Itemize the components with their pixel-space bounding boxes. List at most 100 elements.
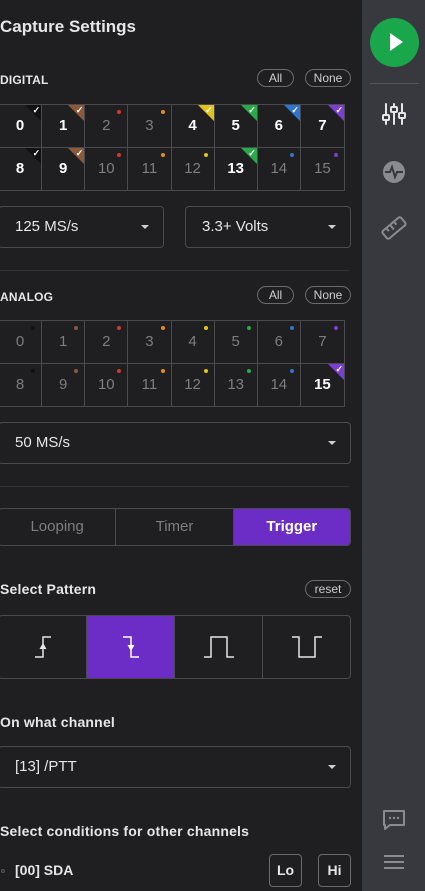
checkmark-icon: ✓	[248, 147, 256, 158]
mode-timer-tab[interactable]: Timer	[116, 509, 234, 545]
digital-channel-8[interactable]: 8 ✓	[0, 147, 43, 190]
mode-looping-tab[interactable]: Looping	[0, 509, 117, 545]
analog-channel-2[interactable]: 2	[85, 321, 129, 364]
conditions-heading: Select conditions for other channels	[0, 823, 250, 839]
channel-color-dot	[289, 368, 294, 373]
right-toolbar	[362, 0, 425, 891]
channel-number: 10	[97, 160, 115, 178]
analog-none-button[interactable]: None	[305, 286, 351, 304]
condition-hi-button[interactable]: Hi	[318, 854, 351, 887]
rising-edge-option[interactable]	[0, 616, 87, 678]
digital-channel-14[interactable]: 14	[258, 147, 301, 190]
digital-channel-5[interactable]: 5 ✓	[214, 105, 258, 148]
negative-pulse-icon	[291, 636, 322, 658]
channel-number: 0	[15, 333, 25, 351]
analog-channel-13[interactable]: 13	[215, 363, 258, 406]
channel-number: 5	[231, 117, 240, 135]
settings-sliders-icon[interactable]	[380, 100, 408, 128]
channel-number: 3	[145, 117, 154, 135]
voltage-select[interactable]: 3.3+ Volts	[185, 206, 351, 248]
channel-number: 14	[270, 376, 288, 394]
channel-color-dot	[246, 368, 251, 373]
measure-ruler-icon[interactable]	[380, 214, 408, 242]
falling-edge-icon	[122, 636, 139, 658]
analog-channel-1[interactable]: 1	[42, 321, 86, 364]
channel-color-dot	[31, 326, 36, 330]
digital-channel-12[interactable]: 12	[172, 147, 215, 190]
channel-color-dot	[289, 152, 294, 157]
analog-channel-0[interactable]: 0	[0, 321, 43, 364]
condition-lo-button[interactable]: Lo	[269, 854, 302, 887]
channel-color-dot	[31, 368, 36, 373]
channel-number: 7	[318, 117, 327, 135]
analog-channel-12[interactable]: 12	[172, 363, 215, 406]
analog-channel-14[interactable]: 14	[258, 363, 301, 406]
trigger-channel-value: [13] /PTT	[15, 758, 77, 775]
channel-number: 8	[15, 160, 25, 178]
channel-number: 12	[184, 160, 201, 178]
trigger-channel-select[interactable]: [13] /PTT	[0, 746, 351, 788]
channel-number: 6	[274, 333, 283, 351]
channel-number: 14	[270, 160, 288, 178]
channel-number: 11	[141, 160, 158, 178]
channel-color-dot	[160, 326, 165, 330]
digital-sample-rate-value: 125 MS/s	[15, 218, 79, 235]
analog-channel-3[interactable]: 3	[128, 321, 172, 364]
negative-pulse-option[interactable]	[263, 616, 350, 678]
channel-number: 6	[274, 117, 283, 135]
falling-edge-option[interactable]	[87, 616, 175, 678]
channel-number: 8	[15, 376, 25, 394]
mode-trigger-tab[interactable]: Trigger	[233, 509, 350, 545]
digital-channel-15[interactable]: 15	[301, 148, 344, 191]
menu-icon[interactable]	[380, 848, 408, 876]
digital-channel-4[interactable]: 4 ✓	[171, 105, 215, 148]
positive-pulse-option[interactable]	[175, 616, 263, 678]
channel-number: 4	[188, 333, 197, 351]
digital-channel-7[interactable]: 7 ✓	[300, 105, 344, 148]
analog-channel-5[interactable]: 5	[214, 321, 258, 364]
analog-channel-7[interactable]: 7	[300, 321, 344, 364]
start-capture-button[interactable]	[370, 18, 419, 67]
trigger-pattern-selector	[0, 615, 351, 679]
digital-sample-rate-select[interactable]: 125 MS/s	[0, 206, 164, 248]
channel-number: 9	[59, 160, 68, 178]
analog-channel-10[interactable]: 10	[85, 363, 129, 406]
analog-channel-15[interactable]: 15 ✓	[301, 363, 344, 407]
checkmark-icon: ✓	[75, 105, 84, 115]
channel-number: 4	[188, 117, 197, 135]
analog-channel-8[interactable]: 8	[0, 363, 43, 406]
reset-pattern-button[interactable]: reset	[305, 580, 351, 598]
digital-channel-1[interactable]: 1 ✓	[42, 105, 86, 148]
digital-channel-3[interactable]: 3	[128, 105, 172, 148]
analog-channel-6[interactable]: 6	[257, 321, 301, 364]
analog-channel-9[interactable]: 9	[42, 363, 86, 406]
digital-channel-9[interactable]: 9 ✓	[42, 147, 86, 190]
capture-mode-segmented: Looping Timer Trigger	[0, 508, 351, 546]
digital-channel-6[interactable]: 6 ✓	[257, 105, 301, 148]
analog-channel-4[interactable]: 4	[171, 321, 215, 364]
channel-color-dot	[160, 110, 165, 114]
channel-color-dot	[334, 152, 338, 157]
channel-number: 11	[141, 376, 158, 394]
channel-color-dot	[203, 326, 208, 330]
channel-number: 10	[97, 376, 115, 394]
voltage-value: 3.3+ Volts	[202, 218, 269, 235]
digital-channel-10[interactable]: 10	[85, 147, 129, 190]
chevron-down-icon	[328, 765, 336, 769]
analyzer-activity-icon[interactable]	[380, 158, 408, 186]
toolbar-divider	[370, 83, 419, 84]
analog-channel-11[interactable]: 11	[128, 363, 172, 406]
digital-all-button[interactable]: All	[257, 69, 294, 87]
capture-settings-panel: Capture Settings DIGITAL All None 0 ✓ 1 ✓ 2 3…	[0, 0, 362, 891]
feedback-chat-icon[interactable]	[380, 806, 408, 834]
digital-channel-2[interactable]: 2	[85, 105, 129, 148]
analog-sample-rate-select[interactable]: 50 MS/s	[0, 422, 351, 464]
digital-channel-13[interactable]: 13 ✓	[215, 147, 258, 190]
channel-number: 15	[314, 160, 331, 178]
rising-edge-icon	[34, 636, 51, 658]
checkmark-icon: ✓	[32, 147, 41, 158]
digital-channel-11[interactable]: 11	[128, 147, 172, 190]
digital-none-button[interactable]: None	[305, 69, 351, 87]
analog-all-button[interactable]: All	[257, 286, 294, 304]
digital-channel-0[interactable]: 0 ✓	[0, 105, 43, 148]
